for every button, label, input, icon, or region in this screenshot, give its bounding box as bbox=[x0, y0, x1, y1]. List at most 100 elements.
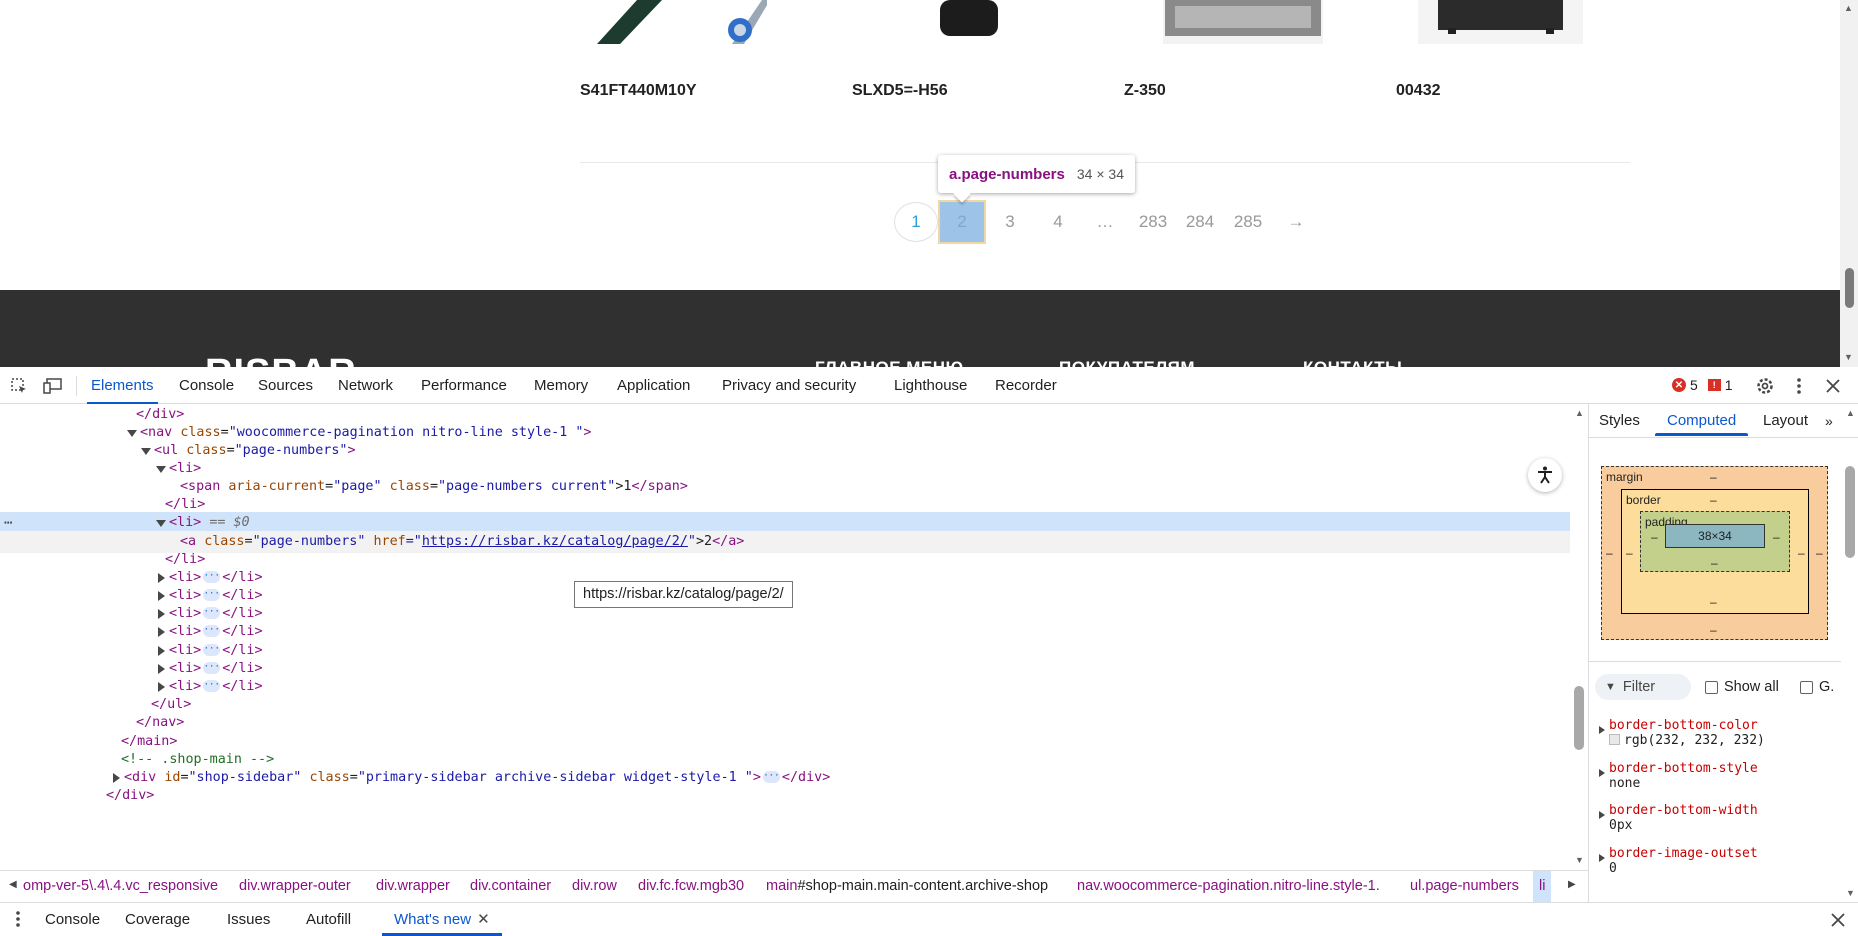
page-link-1[interactable]: 1 bbox=[894, 202, 938, 242]
drawer-tab-coverage[interactable]: Coverage bbox=[125, 903, 190, 936]
scroll-up-icon[interactable]: ▲ bbox=[1844, 3, 1853, 13]
box-model-padding[interactable]: padding – – – 38×34 bbox=[1640, 511, 1790, 572]
elements-scrollbar[interactable]: ▲ ▼ bbox=[1570, 404, 1588, 870]
box-model-content[interactable]: 38×34 bbox=[1665, 524, 1765, 548]
page-link-283[interactable]: 283 bbox=[1131, 202, 1175, 242]
product-image-cable[interactable] bbox=[592, 0, 767, 44]
expand-arrow-icon[interactable] bbox=[127, 430, 137, 437]
scroll-up-icon[interactable]: ▲ bbox=[1575, 408, 1584, 418]
ellipsis-badge[interactable]: ··· bbox=[203, 644, 221, 656]
more-options-icon[interactable] bbox=[1789, 376, 1809, 396]
breadcrumb-left-arrow-icon[interactable]: ◀ bbox=[9, 879, 17, 890]
collapsed-arrow-icon[interactable] bbox=[158, 609, 165, 619]
ellipsis-badge[interactable]: ··· bbox=[203, 571, 221, 583]
more-tabs-icon[interactable]: » bbox=[1825, 404, 1833, 436]
breadcrumb-item[interactable]: main#shop-main.main-content.archive-shop bbox=[766, 878, 1048, 894]
computed-property[interactable]: border-image-outset 0 bbox=[1599, 846, 1839, 876]
collapsed-arrow-icon[interactable] bbox=[158, 573, 165, 583]
breadcrumb-item[interactable]: div.wrapper-outer bbox=[239, 878, 351, 894]
ellipsis-badge[interactable]: ··· bbox=[203, 589, 221, 601]
page-link-2[interactable]: 2 bbox=[938, 200, 986, 244]
tab-application[interactable]: Application bbox=[617, 367, 690, 404]
show-all-checkbox[interactable]: Show all bbox=[1705, 679, 1779, 695]
breadcrumb-item[interactable]: ul.page-numbers bbox=[1410, 878, 1519, 894]
collapsed-arrow-icon[interactable] bbox=[158, 682, 165, 692]
drawer-tab-issues[interactable]: Issues bbox=[227, 903, 270, 936]
tab-close-icon[interactable]: ✕ bbox=[477, 911, 490, 928]
expand-arrow-icon[interactable] bbox=[156, 520, 166, 527]
computed-property[interactable]: border-bottom-color rgb(232, 232, 232) bbox=[1599, 718, 1839, 748]
drawer-close-icon[interactable] bbox=[1828, 910, 1848, 930]
collapsed-arrow-icon[interactable] bbox=[113, 773, 120, 783]
page-next-arrow[interactable]: → bbox=[1274, 202, 1318, 242]
breadcrumb-right-arrow-icon[interactable]: ▶ bbox=[1568, 879, 1576, 890]
checkbox-box[interactable] bbox=[1705, 680, 1718, 694]
checkbox-box[interactable] bbox=[1800, 680, 1813, 694]
product-sku-3[interactable]: Z-350 bbox=[1124, 82, 1166, 100]
drawer-menu-icon[interactable] bbox=[8, 909, 28, 929]
gear-icon[interactable] bbox=[1755, 376, 1775, 396]
breadcrumb-item[interactable]: div.fc.fcw.mgb30 bbox=[638, 878, 744, 894]
expand-arrow-icon[interactable] bbox=[156, 466, 166, 473]
product-image-bodypack[interactable] bbox=[938, 0, 1000, 44]
collapsed-arrow-icon[interactable] bbox=[158, 646, 165, 656]
drawer-tab-whats-new[interactable]: What's new ✕ bbox=[382, 903, 502, 936]
filter-input[interactable]: ▼ Filter bbox=[1595, 674, 1691, 700]
ellipsis-badge[interactable]: ··· bbox=[203, 607, 221, 619]
collapsed-arrow-icon[interactable] bbox=[158, 664, 165, 674]
breadcrumb-item[interactable]: omp-ver-5\.4\.4.vc_responsive bbox=[23, 878, 218, 894]
footer-logo[interactable]: RISBAR bbox=[205, 352, 357, 367]
tab-performance[interactable]: Performance bbox=[421, 367, 507, 404]
collapsed-arrow-icon[interactable] bbox=[158, 627, 165, 637]
page-link-4[interactable]: 4 bbox=[1036, 202, 1080, 242]
product-sku-4[interactable]: 00432 bbox=[1396, 82, 1441, 100]
breadcrumb-item[interactable]: nav.woocommerce-pagination.nitro-line.st… bbox=[1077, 878, 1380, 894]
tab-elements[interactable]: Elements bbox=[87, 367, 158, 404]
scroll-up-icon[interactable]: ▲ bbox=[1846, 408, 1855, 418]
computed-property[interactable]: border-bottom-width 0px bbox=[1599, 803, 1839, 833]
page-link-284[interactable]: 284 bbox=[1178, 202, 1222, 242]
error-counter[interactable]: ✕ 5 ! 1 bbox=[1672, 377, 1733, 393]
group-checkbox[interactable]: G. bbox=[1800, 679, 1834, 695]
page-link-285[interactable]: 285 bbox=[1226, 202, 1270, 242]
ellipsis-badge[interactable]: ··· bbox=[203, 680, 221, 692]
tab-network[interactable]: Network bbox=[338, 367, 393, 404]
inspect-element-icon[interactable] bbox=[9, 376, 29, 396]
product-sku-1[interactable]: S41FT440M10Y bbox=[580, 82, 697, 100]
accessibility-tree-button[interactable] bbox=[1528, 458, 1562, 492]
drawer-tab-autofill[interactable]: Autofill bbox=[306, 903, 351, 936]
scroll-down-icon[interactable]: ▼ bbox=[1846, 888, 1855, 898]
page-scrollbar[interactable]: ▲ ▼ bbox=[1840, 0, 1858, 367]
expand-arrow-icon[interactable] bbox=[1599, 769, 1605, 777]
drawer-tab-console[interactable]: Console bbox=[45, 903, 100, 936]
breadcrumb-item-current[interactable]: li bbox=[1533, 871, 1552, 902]
product-sku-2[interactable]: SLXD5=-H56 bbox=[852, 82, 948, 100]
sidebar-scrollbar[interactable]: ▲ ▼ bbox=[1841, 404, 1858, 902]
expand-arrow-icon[interactable] bbox=[141, 448, 151, 455]
ellipsis-badge[interactable]: ··· bbox=[762, 771, 780, 783]
sidebar-scroll-thumb[interactable] bbox=[1845, 466, 1855, 558]
breadcrumb-item[interactable]: div.container bbox=[470, 878, 551, 894]
device-toolbar-icon[interactable] bbox=[43, 376, 63, 396]
breadcrumb-item[interactable]: div.wrapper bbox=[376, 878, 450, 894]
dom-line[interactable]: </div> bbox=[0, 785, 1570, 807]
close-icon[interactable] bbox=[1823, 376, 1843, 396]
box-model-margin[interactable]: margin – – – – border – – – – padding – … bbox=[1601, 466, 1828, 640]
color-swatch[interactable] bbox=[1609, 734, 1620, 745]
product-image-rack[interactable] bbox=[1418, 0, 1583, 44]
tab-lighthouse[interactable]: Lighthouse bbox=[894, 367, 967, 404]
expand-arrow-icon[interactable] bbox=[1599, 811, 1605, 819]
product-image-case[interactable] bbox=[1163, 0, 1323, 44]
tab-sources[interactable]: Sources bbox=[258, 367, 313, 404]
tab-computed[interactable]: Computed bbox=[1654, 404, 1749, 436]
scroll-down-icon[interactable]: ▼ bbox=[1844, 352, 1853, 362]
page-link-3[interactable]: 3 bbox=[988, 202, 1032, 242]
elements-scroll-thumb[interactable] bbox=[1574, 686, 1584, 750]
tab-console[interactable]: Console bbox=[179, 367, 234, 404]
tab-memory[interactable]: Memory bbox=[534, 367, 588, 404]
ellipsis-badge[interactable]: ··· bbox=[203, 662, 221, 674]
tab-privacy[interactable]: Privacy and security bbox=[722, 367, 856, 404]
expand-arrow-icon[interactable] bbox=[1599, 726, 1605, 734]
ellipsis-badge[interactable]: ··· bbox=[203, 625, 221, 637]
computed-property[interactable]: border-bottom-style none bbox=[1599, 761, 1839, 791]
